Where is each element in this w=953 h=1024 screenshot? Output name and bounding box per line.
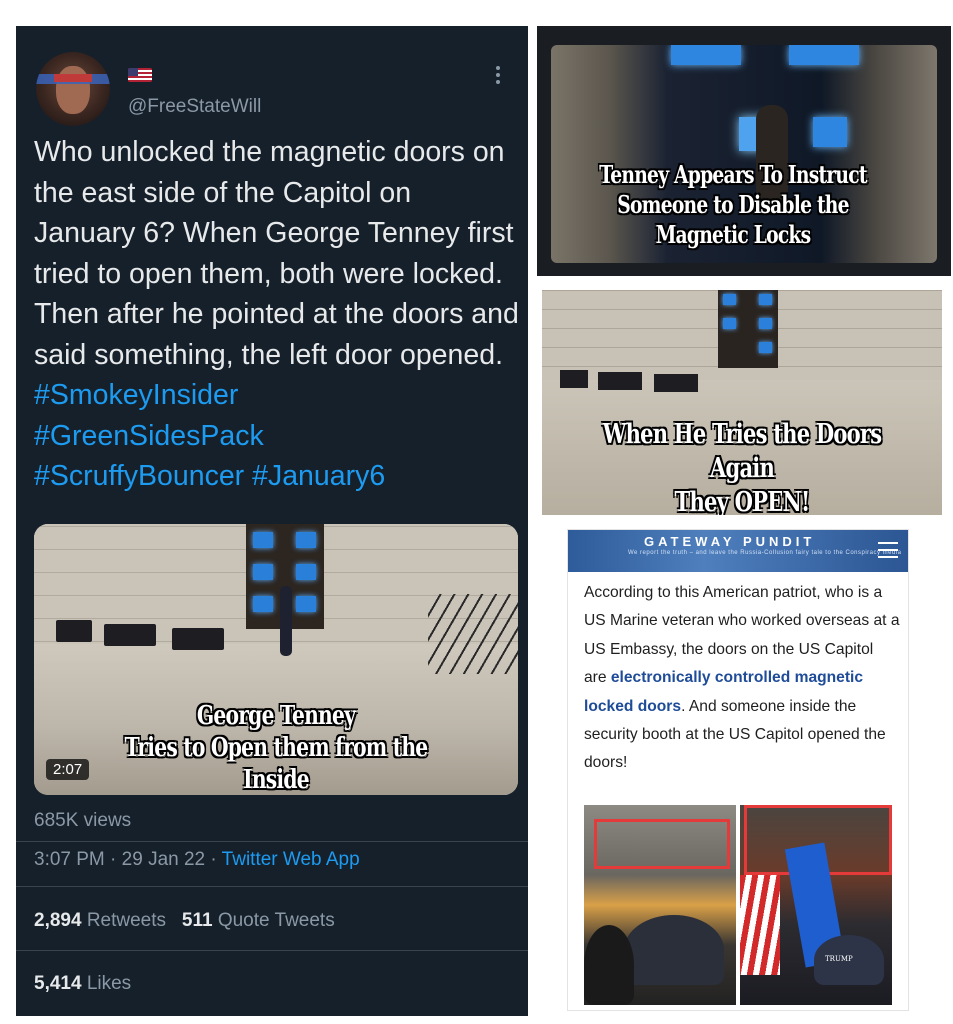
article-photo-left: [584, 805, 736, 1005]
view-count: 685K views: [34, 810, 132, 831]
tweet-date[interactable]: 29 Jan 22: [122, 849, 205, 870]
more-vertical-icon[interactable]: [494, 64, 502, 88]
us-flag-icon: [128, 68, 152, 82]
door-window: [296, 532, 316, 548]
site-tagline: We report the truth – and leave the Russ…: [628, 550, 902, 556]
screenshot-image-1: Tenney Appears To Instruct Someone to Di…: [537, 26, 951, 276]
bench: [560, 370, 588, 388]
hashtag-january6[interactable]: #January6: [252, 460, 385, 492]
site-logo[interactable]: GATEWAY PUNDIT: [644, 534, 815, 549]
door-window: [723, 318, 736, 329]
door-window: [671, 45, 741, 65]
flag-us: [740, 875, 780, 975]
bench: [598, 372, 642, 390]
tweet-meta: 3:07 PM · 29 Jan 22 · Twitter Web App: [34, 849, 360, 871]
tweet-text: Who unlocked the magnetic doors on the e…: [34, 132, 520, 497]
quote-tweets-link[interactable]: 511 Quote Tweets: [182, 910, 335, 931]
likes-label: Likes: [86, 973, 132, 994]
door-window: [789, 45, 859, 65]
avatar-facepaint-red: [54, 74, 92, 82]
door-window: [723, 294, 736, 305]
door-window: [296, 596, 316, 612]
article-header: GATEWAY PUNDIT We report the truth – and…: [568, 530, 908, 572]
image-2-caption-line1: When He Tries the Doors Again: [602, 419, 882, 484]
bench: [56, 620, 92, 642]
article-photo-right: TRUMP: [740, 805, 892, 1005]
hamburger-menu-icon[interactable]: [878, 542, 898, 558]
tweet-stats: 2,894 Retweets 511 Quote Tweets: [34, 910, 335, 932]
meta-separator: ·: [104, 849, 122, 870]
door-window: [253, 596, 273, 612]
tweet-time[interactable]: 3:07 PM: [34, 849, 105, 870]
tweet-source-app[interactable]: Twitter Web App: [222, 849, 360, 870]
quotes-label: Quote Tweets: [217, 910, 335, 931]
video-duration: 2:07: [46, 759, 90, 780]
quotes-count: 511: [181, 910, 213, 931]
door-window: [759, 342, 772, 353]
user-handle[interactable]: @FreeStateWill: [128, 96, 261, 118]
door-window: [296, 564, 316, 580]
image-2-caption: When He Tries the Doors Again They OPEN!: [592, 418, 892, 515]
video-caption-line1: George Tenney: [196, 701, 356, 731]
highlight-box: [594, 819, 730, 869]
bench: [104, 624, 156, 646]
bench: [654, 374, 698, 392]
video-caption: George Tenney Tries to Open them from th…: [106, 700, 446, 795]
stair-railing: [428, 594, 518, 674]
bench: [172, 628, 224, 650]
image-2-caption-line2: They OPEN!: [674, 487, 811, 515]
likes-count: 5,414: [34, 973, 82, 994]
meta-separator: ·: [205, 849, 222, 870]
door-window: [253, 532, 273, 548]
hashtag-smokeyinsider[interactable]: #SmokeyInsider: [34, 379, 238, 411]
divider: [16, 886, 528, 887]
tweet-card: @FreeStateWill Who unlocked the magnetic…: [16, 26, 528, 1016]
gateway-pundit-article: GATEWAY PUNDIT We report the truth – and…: [568, 530, 908, 1010]
article-paragraph: According to this American patriot, who …: [584, 579, 900, 778]
video-caption-line2: Tries to Open them from the Inside: [124, 733, 429, 795]
video-person: [280, 586, 292, 656]
camera-operator: [584, 925, 634, 1005]
image-1-caption-line2: Someone to Disable the Magnetic Locks: [617, 190, 849, 249]
likes-link[interactable]: 5,414 Likes: [34, 973, 131, 995]
tweet-body: Who unlocked the magnetic doors on the e…: [34, 136, 519, 371]
crowd-hat: [624, 915, 724, 985]
divider: [16, 950, 528, 951]
door-window: [813, 117, 847, 147]
door-window: [759, 294, 772, 305]
hat-text: TRUMP: [825, 955, 853, 963]
hashtag-scruffybouncer[interactable]: #ScruffyBouncer: [34, 460, 244, 492]
hashtag-greensidespack[interactable]: #GreenSidesPack: [34, 420, 264, 452]
divider: [16, 841, 528, 842]
door-window: [253, 564, 273, 580]
image-1-caption-line1: Tenney Appears To Instruct: [599, 160, 867, 189]
screenshot-image-2: When He Tries the Doors Again They OPEN!: [542, 290, 942, 515]
image-1-caption: Tenney Appears To Instruct Someone to Di…: [569, 160, 897, 250]
retweets-count: 2,894: [34, 910, 82, 931]
retweets-label: Retweets: [86, 910, 167, 931]
door-window: [759, 318, 772, 329]
retweets-link[interactable]: 2,894 Retweets: [34, 910, 166, 931]
avatar[interactable]: [36, 52, 110, 126]
tweet-video[interactable]: George Tenney Tries to Open them from th…: [34, 524, 518, 795]
